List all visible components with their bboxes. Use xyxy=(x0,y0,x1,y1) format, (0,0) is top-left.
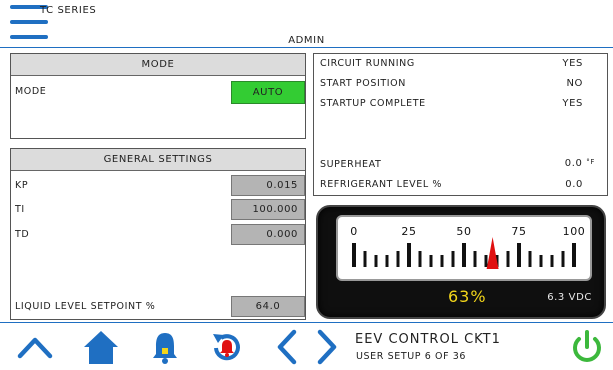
start-position-label: START POSITION xyxy=(320,78,406,89)
mode-panel-title: MODE xyxy=(11,54,305,76)
gauge-minor-tick xyxy=(385,255,389,267)
home-icon[interactable] xyxy=(82,328,120,366)
general-settings-panel: GENERAL SETTINGS KP 0.015 TI 100.000 TD … xyxy=(10,148,306,320)
ti-label: TI xyxy=(15,204,25,215)
start-position-value: NO xyxy=(566,78,583,89)
gauge-minor-tick xyxy=(473,251,477,267)
gauge-minor-tick xyxy=(418,251,422,267)
gauge-major-tick xyxy=(517,243,521,267)
gauge-tick-label: 75 xyxy=(511,225,526,238)
power-icon[interactable] xyxy=(568,328,606,366)
gauge-percent: 63% xyxy=(448,287,487,306)
liquid-level-setpoint-input[interactable]: 64.0 xyxy=(231,296,305,317)
status-panel xyxy=(313,53,608,196)
circuit-running-label: CIRCUIT RUNNING xyxy=(320,58,415,69)
mode-label: MODE xyxy=(15,86,47,97)
gauge-minor-tick xyxy=(363,251,367,267)
chevron-right-icon[interactable] xyxy=(312,328,342,366)
user-role: ADMIN xyxy=(288,35,325,46)
screen-subtitle: USER SETUP 6 OF 36 xyxy=(356,351,467,362)
circuit-running-value: YES xyxy=(562,58,583,69)
startup-complete-label: STARTUP COMPLETE xyxy=(320,98,426,109)
gauge-tick-label: 100 xyxy=(563,225,586,238)
ti-input[interactable]: 100.000 xyxy=(231,199,305,220)
refrigerant-level-label: REFRIGERANT LEVEL % xyxy=(320,179,443,190)
general-settings-title: GENERAL SETTINGS xyxy=(11,149,305,171)
gauge-scale: 0 25 50 75 100 xyxy=(350,225,586,269)
superheat-unit: °F xyxy=(586,158,595,166)
gauge-voltage: 6.3 VDC xyxy=(547,292,592,303)
gauge-major-tick xyxy=(407,243,411,267)
mode-value-button[interactable]: AUTO xyxy=(231,81,305,104)
gauge-minor-tick xyxy=(528,251,532,267)
series-label: TC SERIES xyxy=(40,5,97,16)
gauge-minor-tick xyxy=(550,255,554,267)
gauge-minor-tick xyxy=(440,255,444,267)
superheat-value: 0.0 °F xyxy=(565,158,595,169)
screen-title: EEV CONTROL CKT1 xyxy=(355,332,501,347)
gauge-minor-tick xyxy=(429,255,433,267)
gauge-minor-tick xyxy=(396,251,400,267)
superheat-number: 0.0 xyxy=(564,158,583,169)
gauge-major-tick xyxy=(352,243,356,267)
gauge-major-tick xyxy=(572,243,576,267)
kp-label: KP xyxy=(15,180,29,191)
gauge-face: 0 25 50 75 100 xyxy=(336,215,592,281)
gauge-minor-tick xyxy=(451,251,455,267)
gauge-tick-label: 0 xyxy=(350,225,358,238)
gauge-minor-tick xyxy=(539,255,543,267)
startup-complete-value: YES xyxy=(562,98,583,109)
bell-icon[interactable] xyxy=(146,328,184,366)
alarm-reset-icon[interactable] xyxy=(208,328,246,366)
footer-divider xyxy=(0,322,613,323)
liquid-level-setpoint-label: LIQUID LEVEL SETPOINT % xyxy=(15,301,156,312)
gauge-tick-label: 25 xyxy=(401,225,416,238)
gauge-needle xyxy=(486,237,499,269)
td-input[interactable]: 0.000 xyxy=(231,224,305,245)
gauge-minor-tick xyxy=(506,251,510,267)
gauge-minor-tick xyxy=(484,255,488,267)
gauge-minor-tick xyxy=(561,251,565,267)
chevron-left-icon[interactable] xyxy=(272,328,302,366)
gauge-tick-label: 50 xyxy=(456,225,471,238)
td-label: TD xyxy=(15,229,30,240)
level-gauge: 0 25 50 75 100 63% 6.3 VDC xyxy=(316,205,606,319)
refrigerant-level-value: 0.0 xyxy=(565,179,583,190)
superheat-label: SUPERHEAT xyxy=(320,159,382,170)
kp-input[interactable]: 0.015 xyxy=(231,175,305,196)
header-divider xyxy=(0,47,613,48)
chevron-up-icon[interactable] xyxy=(16,328,54,366)
gauge-major-tick xyxy=(462,243,466,267)
gauge-minor-tick xyxy=(374,255,378,267)
mode-panel: MODE MODE AUTO xyxy=(10,53,306,139)
